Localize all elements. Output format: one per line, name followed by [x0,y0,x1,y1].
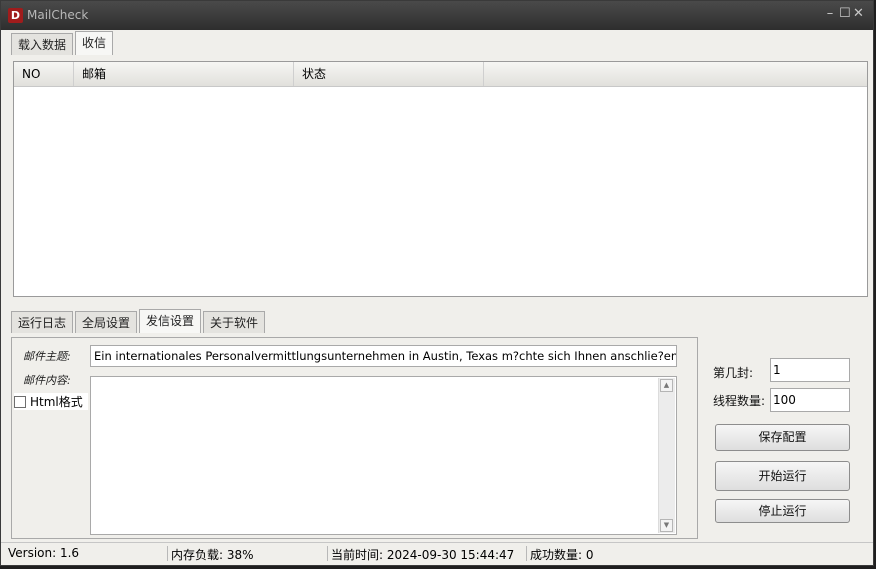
subject-label: 邮件主题: [23,350,71,363]
tab-about[interactable]: 关于软件 [203,311,266,333]
version-text: Version: 1.6 [8,546,80,560]
html-format-checkbox[interactable]: Html格式 [14,393,88,410]
tab-receive[interactable]: 收信 [75,31,114,55]
table-header: NO 邮箱 状态 [14,62,867,87]
nth-mail-label: 第几封: [713,366,754,380]
mail-table[interactable]: NO 邮箱 状态 [13,61,868,297]
thread-count-label: 线程数量: [713,394,766,408]
scroll-up-icon[interactable]: ▲ [660,379,673,392]
app-window: D MailCheck – ☐✕ 载入数据 收信 NO 邮箱 状态 运行日志 全局… [0,0,874,566]
html-format-label: Html格式 [30,395,83,409]
nth-mail-input[interactable]: 1 [770,358,850,382]
thread-count-input[interactable]: 100 [770,388,850,412]
tab-global-settings[interactable]: 全局设置 [75,311,138,333]
tab-load-data[interactable]: 载入数据 [11,33,74,55]
column-header-status[interactable]: 状态 [294,62,484,86]
app-logo-icon: D [8,8,23,23]
title-bar[interactable]: D MailCheck – ☐✕ [1,1,873,30]
content-label: 邮件内容: [23,374,71,387]
subject-input[interactable]: Ein internationales Personalvermittlungs… [90,345,677,367]
content-scrollbar[interactable]: ▲ ▼ [658,378,675,533]
bottom-tab-bar: 运行日志 全局设置 发信设置 关于软件 [11,309,267,333]
tab-send-settings[interactable]: 发信设置 [139,309,202,333]
stop-run-button[interactable]: 停止运行 [715,499,850,523]
maximize-icon[interactable]: ☐ [839,6,853,21]
checkbox-box[interactable] [14,395,26,408]
column-header-email[interactable]: 邮箱 [74,62,294,86]
column-header-blank [484,62,867,86]
status-separator [526,546,527,561]
content-textarea[interactable]: ▲ ▼ [90,376,677,535]
window-controls: – ☐✕ [825,6,867,21]
save-config-button[interactable]: 保存配置 [715,424,850,451]
success-count-text: 成功数量: 0 [530,548,594,562]
scroll-down-icon[interactable]: ▼ [660,519,673,532]
current-time-text: 当前时间: 2024-09-30 15:44:47 [331,548,515,562]
memory-load-text: 内存负载: 38% [171,548,254,562]
minimize-icon[interactable]: – [825,6,839,21]
tab-run-log[interactable]: 运行日志 [11,311,74,333]
status-bar: Version: 1.6 内存负载: 38% 当前时间: 2024-09-30 … [1,542,873,565]
column-header-no[interactable]: NO [14,62,74,86]
start-run-button[interactable]: 开始运行 [715,461,850,491]
window-title: MailCheck [27,8,89,22]
top-tab-bar: 载入数据 收信 [11,31,115,55]
status-separator [167,546,168,561]
close-icon[interactable]: ✕ [853,6,867,21]
status-separator [327,546,328,561]
